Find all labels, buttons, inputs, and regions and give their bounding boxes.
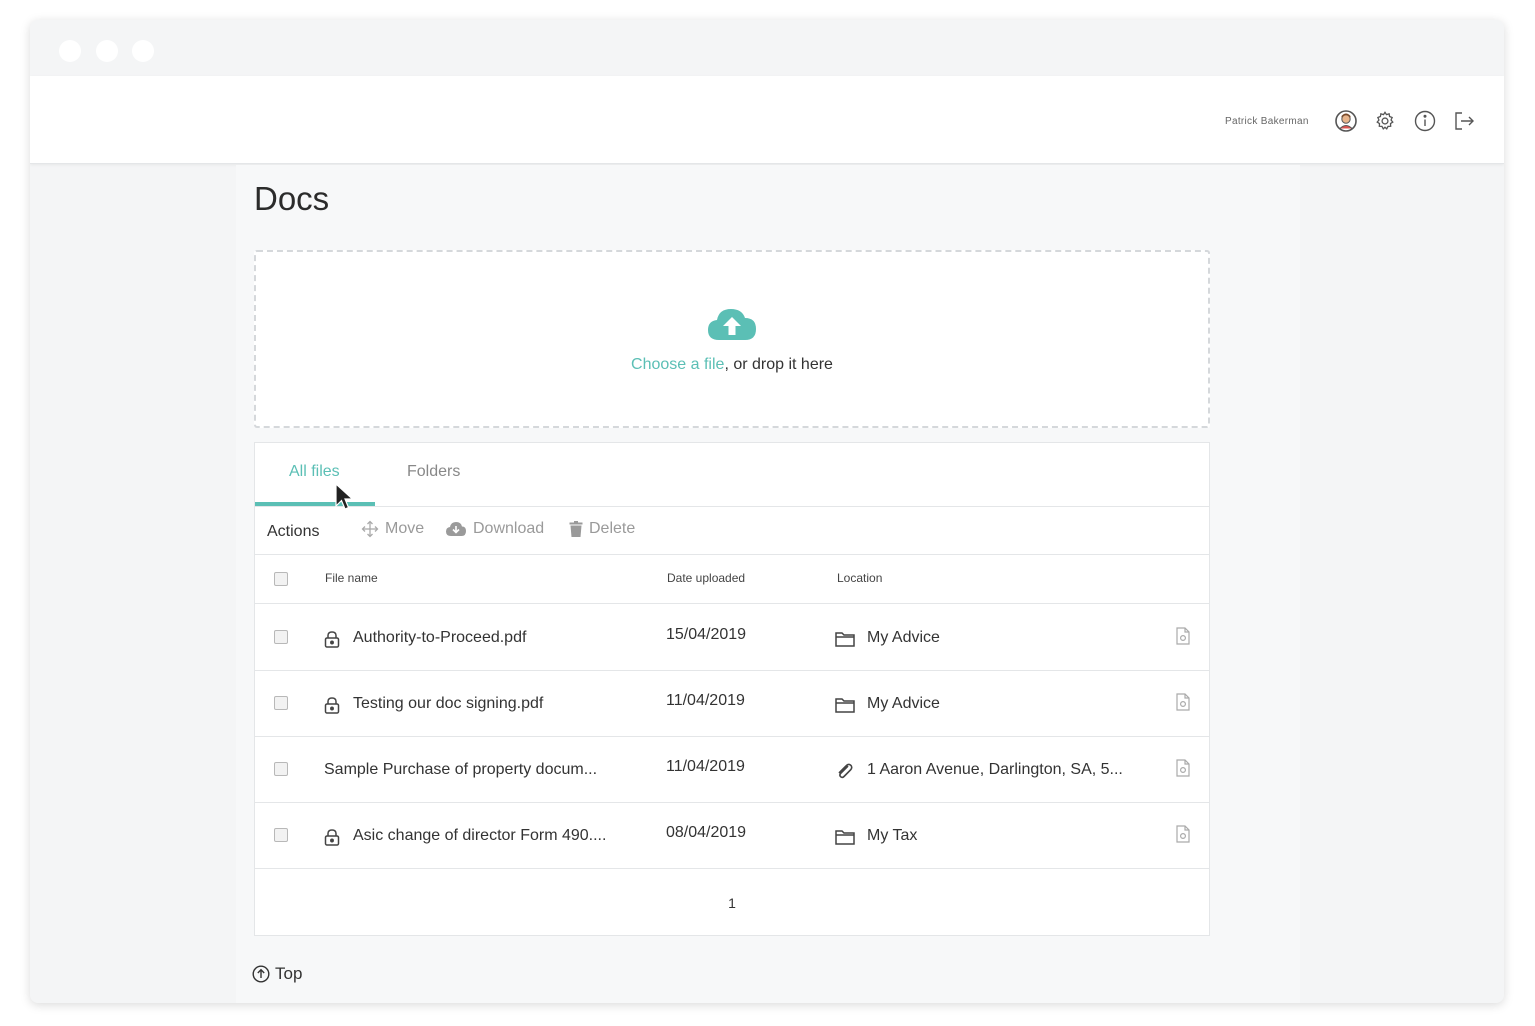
location[interactable]: My Advice — [867, 629, 940, 647]
location[interactable]: 1 Aaron Avenue, Darlington, SA, 5... — [867, 761, 1123, 779]
app-window: Patrick Bakerman Docs Choose a file, or … — [30, 20, 1504, 1003]
arrow-up-circle-icon — [252, 965, 270, 983]
column-date-uploaded[interactable]: Date uploaded — [667, 571, 745, 585]
mouse-cursor-icon — [335, 483, 355, 510]
file-name[interactable]: Authority-to-Proceed.pdf — [353, 629, 526, 647]
file-name[interactable]: Asic change of director Form 490.... — [353, 827, 606, 845]
row-checkbox[interactable] — [274, 696, 288, 710]
file-dropzone[interactable]: Choose a file, or drop it here — [254, 250, 1210, 428]
date-uploaded: 11/04/2019 — [666, 758, 745, 775]
actions-bar: Actions Move Download Delete — [255, 507, 1209, 555]
date-uploaded: 11/04/2019 — [666, 692, 745, 709]
move-button[interactable]: Move — [361, 520, 424, 538]
download-button[interactable]: Download — [445, 520, 544, 538]
location[interactable]: My Advice — [867, 695, 940, 713]
folder-icon — [835, 698, 855, 713]
window-maximize-dot[interactable] — [132, 40, 154, 62]
lock-icon — [324, 829, 340, 846]
lock-icon — [324, 631, 340, 648]
choose-file-link[interactable]: Choose a file — [631, 356, 724, 373]
column-file-name[interactable]: File name — [325, 571, 378, 585]
dropzone-text: Choose a file, or drop it here — [256, 356, 1208, 374]
delete-button[interactable]: Delete — [569, 520, 635, 538]
active-tab-indicator — [255, 502, 375, 506]
files-panel: All files Folders Actions Move Download — [254, 442, 1210, 936]
delete-label: Delete — [589, 520, 636, 537]
dropzone-hint: , or drop it here — [724, 356, 833, 373]
tab-folders[interactable]: Folders — [407, 463, 460, 481]
logout-icon[interactable] — [1452, 109, 1476, 133]
file-name[interactable]: Sample Purchase of property docum... — [324, 761, 597, 779]
table-row[interactable]: Asic change of director Form 490.... 08/… — [255, 803, 1209, 869]
back-to-top-link[interactable]: Top — [252, 964, 302, 984]
move-label: Move — [385, 520, 425, 537]
move-arrows-icon — [361, 520, 379, 538]
page-title: Docs — [254, 180, 330, 217]
file-name[interactable]: Testing our doc signing.pdf — [353, 695, 543, 713]
trash-icon — [569, 521, 583, 537]
tab-all-files[interactable]: All files — [289, 463, 340, 481]
paperclip-icon — [838, 763, 853, 779]
row-checkbox[interactable] — [274, 762, 288, 776]
window-titlebar — [30, 20, 1504, 76]
info-icon[interactable] — [1413, 109, 1437, 133]
top-label: Top — [275, 964, 303, 983]
lock-icon — [324, 697, 340, 714]
folder-icon — [835, 830, 855, 845]
window-close-dot[interactable] — [59, 40, 81, 62]
row-checkbox[interactable] — [274, 630, 288, 644]
date-uploaded: 15/04/2019 — [666, 626, 747, 643]
tab-bar: All files Folders — [255, 443, 1209, 507]
column-location[interactable]: Location — [837, 571, 882, 585]
document-icon[interactable] — [1175, 627, 1191, 645]
document-icon[interactable] — [1175, 693, 1191, 711]
cloud-download-icon — [446, 522, 466, 536]
select-all-checkbox[interactable] — [274, 572, 288, 586]
table-row[interactable]: Sample Purchase of property docum... 11/… — [255, 737, 1209, 803]
cloud-upload-icon — [708, 309, 756, 340]
user-name[interactable]: Patrick Bakerman — [1225, 116, 1309, 127]
row-checkbox[interactable] — [274, 828, 288, 842]
pagination: 1 — [255, 869, 1209, 937]
folder-icon — [835, 632, 855, 647]
app-header: Patrick Bakerman — [30, 76, 1504, 164]
download-label: Download — [473, 520, 545, 537]
table-header: File name Date uploaded Location — [255, 555, 1209, 604]
window-minimize-dot[interactable] — [96, 40, 118, 62]
avatar-icon[interactable] — [1334, 109, 1358, 133]
table-row[interactable]: Authority-to-Proceed.pdf 15/04/2019 My A… — [255, 605, 1209, 671]
actions-label: Actions — [267, 523, 320, 540]
table-row[interactable]: Testing our doc signing.pdf 11/04/2019 M… — [255, 671, 1209, 737]
location[interactable]: My Tax — [867, 827, 917, 845]
document-icon[interactable] — [1175, 825, 1191, 843]
settings-gear-icon[interactable] — [1373, 109, 1397, 133]
date-uploaded: 08/04/2019 — [666, 824, 747, 841]
document-icon[interactable] — [1175, 759, 1191, 777]
page-number[interactable]: 1 — [728, 895, 736, 911]
